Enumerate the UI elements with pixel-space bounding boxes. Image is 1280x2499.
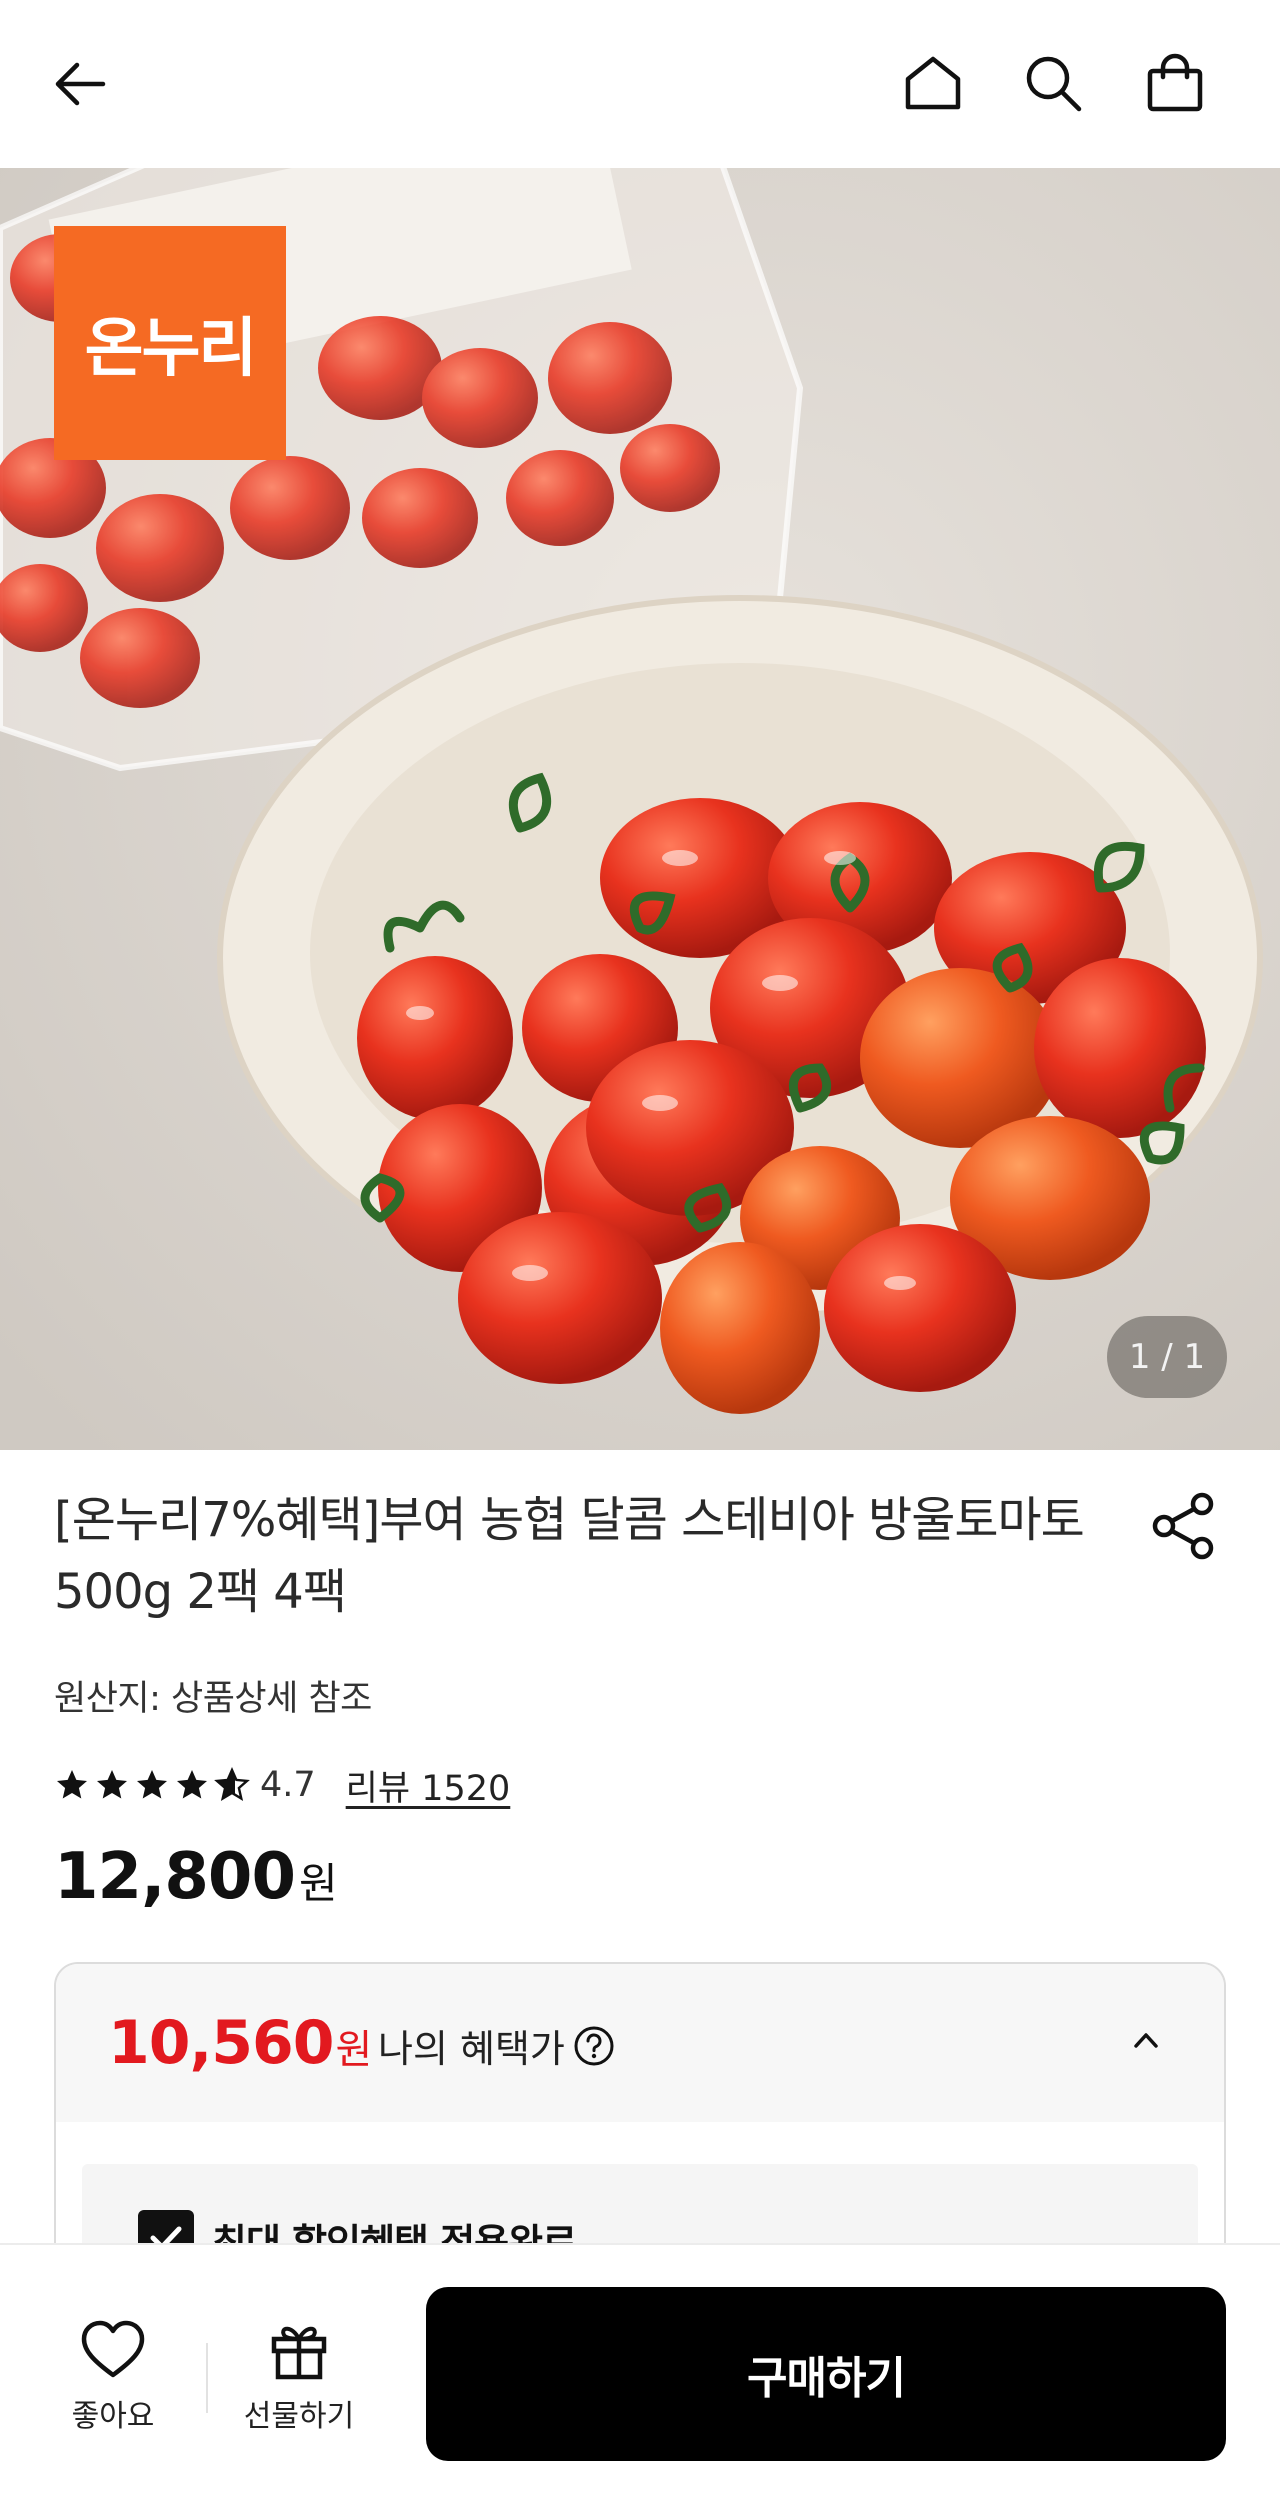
help-question-icon[interactable] — [573, 2025, 615, 2067]
back-arrow-icon[interactable] — [40, 44, 120, 124]
gift-label: 선물하기 — [243, 2399, 355, 2434]
share-icon[interactable] — [1148, 1490, 1220, 1562]
benefit-price-label-group: 나의 혜택가 — [378, 2018, 615, 2073]
benefit-price-label: 나의 혜택가 — [378, 2027, 565, 2071]
onnuri-logo-badge: 온누리 — [54, 226, 286, 460]
star-icon — [177, 1770, 207, 1799]
shopping-bag-icon[interactable] — [1135, 44, 1215, 124]
sale-price: 12,800 원 — [54, 1840, 338, 1914]
price-amount: 12,800 — [54, 1840, 296, 1914]
star-icon — [137, 1770, 167, 1799]
star-icon — [57, 1770, 87, 1799]
price-unit: 원 — [298, 1859, 338, 1908]
rating-row: 4.7 리뷰 1520 — [54, 1760, 510, 1810]
benefit-price-unit: 원 — [335, 2027, 373, 2073]
benefit-price-amount: 10,560 — [108, 2008, 335, 2078]
half-star-icon — [214, 1767, 250, 1801]
image-page-indicator: 1 / 1 — [1107, 1316, 1227, 1398]
review-count-link[interactable]: 리뷰 1520 — [346, 1760, 511, 1811]
star-icon — [97, 1770, 127, 1799]
onnuri-logo-text: 온누리 — [84, 312, 258, 386]
top-navigation-bar — [0, 0, 1280, 168]
product-title: [온누리7%혜택]부여 농협 달콤 스테비아 방울토마토 500g 2팩 4팩 — [54, 1492, 1085, 1620]
product-image[interactable]: 온누리 1 / 1 — [0, 168, 1280, 1450]
star-rating — [54, 1767, 250, 1803]
chevron-up-icon[interactable] — [1126, 2020, 1166, 2060]
heart-icon — [81, 2320, 145, 2378]
home-icon[interactable] — [893, 44, 973, 124]
benefit-price-header[interactable]: 10,560 원 나의 혜택가 — [56, 1964, 1224, 2122]
bottom-action-bar: 좋아요 선물하기 구매하기 — [0, 2243, 1280, 2499]
gift-button[interactable]: 선물하기 — [234, 2315, 364, 2445]
like-label: 좋아요 — [71, 2399, 155, 2434]
buy-button[interactable]: 구매하기 — [426, 2287, 1226, 2461]
bottom-bar-divider — [206, 2343, 208, 2413]
search-icon[interactable] — [1014, 44, 1094, 124]
product-origin: 원산지: 상품상세 참조 — [54, 1679, 372, 1719]
benefit-price: 10,560 원 — [108, 2008, 372, 2078]
gift-icon — [271, 2326, 327, 2380]
like-button[interactable]: 좋아요 — [48, 2315, 178, 2445]
rating-value: 4.7 — [260, 1765, 316, 1805]
